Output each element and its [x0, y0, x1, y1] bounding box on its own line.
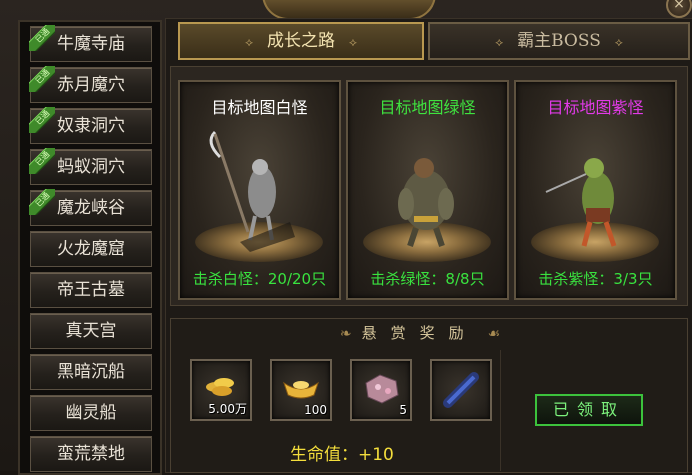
ornament-icon: ⟡ — [614, 35, 623, 49]
ogre-icon — [398, 158, 454, 247]
kill-progress: 击杀紫怪：3/3只 — [538, 270, 653, 288]
reward-slot-ingot[interactable]: 100 — [270, 359, 332, 421]
tab-label: 霸主BOSS — [517, 31, 601, 51]
target-card-purple: 目标地图紫怪 击杀紫怪：3/3只 — [514, 80, 677, 300]
sidebar-item-zhentian[interactable]: 真天宫 — [30, 313, 152, 349]
claim-button[interactable]: 已领取 — [535, 394, 643, 426]
tab-boss[interactable]: ⟡ 霸主BOSS ⟡ — [428, 22, 690, 60]
divider — [500, 350, 501, 471]
sidebar-item-label: 奴隶洞穴 — [57, 116, 125, 136]
kill-progress: 击杀白怪：20/20只 — [192, 270, 327, 288]
completed-badge: 已通 — [29, 189, 55, 215]
target-card-green: 目标地图绿怪 击杀绿怪：8/8只 — [346, 80, 509, 300]
target-card-white: 目标地图白怪 击杀白怪：20/20只 — [178, 80, 341, 300]
reward-count: 100 — [304, 403, 327, 417]
reaper-icon — [209, 130, 295, 252]
sidebar-item-label: 赤月魔穴 — [57, 75, 125, 95]
sidebar-item-label: 蚂蚁洞穴 — [57, 157, 125, 177]
completed-badge: 已通 — [29, 66, 55, 92]
sidebar-item-nuli[interactable]: 已通 奴隶洞穴 — [29, 107, 152, 144]
ornament-icon: ⟡ — [245, 35, 253, 49]
sidebar-item-mayi[interactable]: 已通 蚂蚁洞穴 — [29, 148, 152, 185]
sidebar-item-chiyue[interactable]: 已通 赤月魔穴 — [29, 66, 152, 103]
reward-slot-gold[interactable]: 5.00万 — [190, 359, 252, 421]
sidebar-item-label: 火龙魔窟 — [57, 239, 125, 259]
sidebar-item-label: 幽灵船 — [65, 403, 117, 423]
map-sidebar: 已通 牛魔寺庙 已通 赤月魔穴 已通 奴隶洞穴 已通 蚂蚁洞穴 已通 魔龙峡谷 … — [18, 20, 162, 475]
orc-icon — [545, 158, 617, 247]
close-icon: × — [673, 0, 685, 12]
reward-slot-scroll[interactable] — [430, 359, 492, 421]
sidebar-item-label: 真天宫 — [65, 321, 117, 341]
title-ornament — [262, 0, 436, 20]
wing-right-icon: ☙ — [487, 326, 501, 342]
reward-slot-gem[interactable]: 5 — [350, 359, 412, 421]
tab-growth-road[interactable]: ⟡ 成长之路 ⟡ — [178, 22, 424, 60]
completed-badge: 已通 — [29, 148, 55, 174]
sidebar-item-niumo[interactable]: 已通 牛魔寺庙 — [29, 25, 152, 62]
sidebar-item-label: 黑暗沉船 — [57, 362, 125, 382]
sidebar-item-label: 牛魔寺庙 — [57, 34, 125, 54]
kill-progress: 击杀绿怪：8/8只 — [370, 270, 485, 288]
ornament-icon: ⟡ — [495, 35, 504, 49]
sidebar-item-diwang[interactable]: 帝王古墓 — [30, 272, 152, 308]
sidebar-item-manhuang[interactable]: 蛮荒禁地 — [30, 436, 152, 472]
tab-label: 成长之路 — [267, 31, 335, 51]
sidebar-item-label: 帝王古墓 — [57, 280, 125, 300]
completed-badge: 已通 — [29, 107, 55, 133]
reward-count: 5.00万 — [208, 402, 247, 416]
completed-badge: 已通 — [29, 25, 55, 51]
scroll-icon — [443, 372, 479, 408]
ornament-icon: ⟡ — [349, 35, 357, 49]
reward-title: ❧ 悬赏奖励 ☙ — [170, 322, 670, 343]
sidebar-item-huolong[interactable]: 火龙魔窟 — [30, 231, 152, 267]
hp-bonus: 生命值：+10 — [290, 445, 394, 465]
reward-count: 5 — [399, 403, 407, 417]
sidebar-item-label: 蛮荒禁地 — [57, 444, 125, 464]
wing-left-icon: ❧ — [339, 326, 352, 342]
sidebar-item-label: 魔龙峡谷 — [57, 198, 125, 218]
sidebar-item-youling[interactable]: 幽灵船 — [30, 395, 152, 431]
reward-title-text: 悬赏奖励 — [361, 324, 478, 342]
sidebar-item-molong[interactable]: 已通 魔龙峡谷 — [29, 189, 152, 226]
sidebar-item-heian[interactable]: 黑暗沉船 — [30, 354, 152, 390]
